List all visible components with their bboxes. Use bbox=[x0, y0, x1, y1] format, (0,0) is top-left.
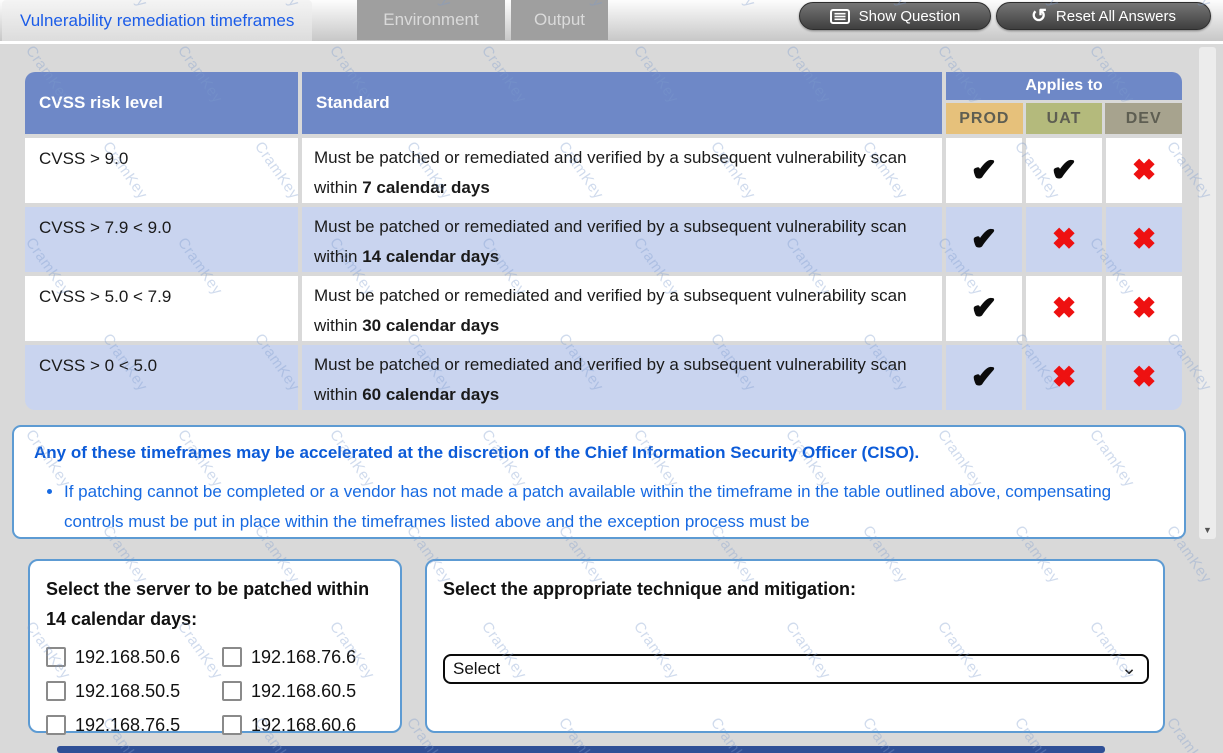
table-header-row: CVSS risk level Standard Applies to PROD… bbox=[25, 72, 1182, 134]
uat-answer-cell[interactable]: ✖ bbox=[1026, 345, 1102, 410]
show-question-button[interactable]: Show Question bbox=[799, 2, 991, 30]
server-ip-label: 192.168.60.5 bbox=[251, 681, 356, 702]
horizontal-scrollbar-thumb[interactable] bbox=[57, 746, 1105, 753]
technique-select[interactable]: Select ⌄ bbox=[443, 654, 1149, 684]
reset-icon: ↺ bbox=[1031, 7, 1047, 26]
top-bar: Vulnerability remediation timeframes Env… bbox=[0, 0, 1223, 44]
vertical-scrollbar[interactable]: ▼ bbox=[1199, 47, 1216, 539]
prod-answer-cell[interactable]: ✔ bbox=[946, 276, 1022, 341]
prod-answer-cell[interactable]: ✔ bbox=[946, 207, 1022, 272]
tab-environment[interactable]: Environment bbox=[357, 0, 505, 40]
list-icon bbox=[830, 9, 850, 24]
column-header-applies-to: Applies to bbox=[946, 72, 1182, 100]
server-checkbox-item[interactable]: 192.168.50.5 bbox=[46, 674, 222, 708]
server-checkbox-item[interactable]: 192.168.60.6 bbox=[222, 708, 398, 742]
risk-cell: CVSS > 5.0 < 7.9 bbox=[25, 276, 298, 341]
checkbox[interactable] bbox=[222, 647, 242, 667]
standard-cell: Must be patched or remediated and verifi… bbox=[302, 138, 942, 203]
server-ip-label: 192.168.60.6 bbox=[251, 715, 356, 736]
column-header-prod: PROD bbox=[946, 103, 1023, 134]
server-checkbox-grid: 192.168.50.6 192.168.76.6 192.168.50.5 1… bbox=[46, 640, 386, 742]
checkbox[interactable] bbox=[222, 715, 242, 735]
server-ip-label: 192.168.50.5 bbox=[75, 681, 180, 702]
dev-answer-cell[interactable]: ✖ bbox=[1106, 207, 1182, 272]
uat-answer-cell[interactable]: ✖ bbox=[1026, 207, 1102, 272]
risk-cell: CVSS > 0 < 5.0 bbox=[25, 345, 298, 410]
scroll-down-arrow-icon[interactable]: ▼ bbox=[1199, 525, 1216, 535]
server-checkbox-item[interactable]: 192.168.76.6 bbox=[222, 640, 398, 674]
server-checkbox-item[interactable]: 192.168.60.5 bbox=[222, 674, 398, 708]
prod-answer-cell[interactable]: ✔ bbox=[946, 138, 1022, 203]
standard-cell: Must be patched or remediated and verifi… bbox=[302, 276, 942, 341]
risk-cell: CVSS > 7.9 < 9.0 bbox=[25, 207, 298, 272]
server-selection-panel: Select the server to be patched within 1… bbox=[28, 559, 402, 733]
reset-label: Reset All Answers bbox=[1056, 8, 1176, 25]
quiz-page: Vulnerability remediation timeframes Env… bbox=[0, 0, 1223, 753]
note-heading: Any of these timeframes may be accelerat… bbox=[34, 440, 1158, 466]
column-header-standard: Standard bbox=[302, 72, 942, 134]
table-row: CVSS > 7.9 < 9.0 Must be patched or reme… bbox=[25, 207, 1182, 272]
tab-vulnerability-remediation-timeframes[interactable]: Vulnerability remediation timeframes bbox=[2, 0, 312, 41]
uat-answer-cell[interactable]: ✖ bbox=[1026, 276, 1102, 341]
technique-panel-title: Select the appropriate technique and mit… bbox=[443, 574, 1147, 604]
uat-answer-cell[interactable]: ✔ bbox=[1026, 138, 1102, 203]
server-ip-label: 192.168.76.5 bbox=[75, 715, 180, 736]
server-ip-label: 192.168.76.6 bbox=[251, 647, 356, 668]
tab-output[interactable]: Output bbox=[511, 0, 608, 40]
checkbox[interactable] bbox=[46, 647, 66, 667]
server-checkbox-item[interactable]: 192.168.76.5 bbox=[46, 708, 222, 742]
table-row: CVSS > 9.0 Must be patched or remediated… bbox=[25, 138, 1182, 203]
chevron-down-icon: ⌄ bbox=[1121, 664, 1137, 674]
show-question-label: Show Question bbox=[859, 8, 961, 25]
technique-panel: Select the appropriate technique and mit… bbox=[425, 559, 1165, 733]
remediation-table: CVSS risk level Standard Applies to PROD… bbox=[25, 72, 1182, 414]
dev-answer-cell[interactable]: ✖ bbox=[1106, 276, 1182, 341]
applies-to-group: Applies to PROD UAT DEV bbox=[946, 72, 1182, 134]
server-checkbox-item[interactable]: 192.168.50.6 bbox=[46, 640, 222, 674]
note-bullet: If patching cannot be completed or a ven… bbox=[64, 477, 1158, 537]
standard-cell: Must be patched or remediated and verifi… bbox=[302, 207, 942, 272]
ciso-note-box: Any of these timeframes may be accelerat… bbox=[12, 425, 1186, 539]
server-ip-label: 192.168.50.6 bbox=[75, 647, 180, 668]
checkbox[interactable] bbox=[46, 681, 66, 701]
table-row: CVSS > 5.0 < 7.9 Must be patched or reme… bbox=[25, 276, 1182, 341]
dev-answer-cell[interactable]: ✖ bbox=[1106, 138, 1182, 203]
table-row: CVSS > 0 < 5.0 Must be patched or remedi… bbox=[25, 345, 1182, 410]
risk-cell: CVSS > 9.0 bbox=[25, 138, 298, 203]
server-panel-title: Select the server to be patched within 1… bbox=[46, 574, 386, 634]
prod-answer-cell[interactable]: ✔ bbox=[946, 345, 1022, 410]
standard-cell: Must be patched or remediated and verifi… bbox=[302, 345, 942, 410]
checkbox[interactable] bbox=[222, 681, 242, 701]
dev-answer-cell[interactable]: ✖ bbox=[1106, 345, 1182, 410]
reset-all-answers-button[interactable]: ↺ Reset All Answers bbox=[996, 2, 1211, 30]
column-header-uat: UAT bbox=[1026, 103, 1103, 134]
column-header-risk: CVSS risk level bbox=[25, 72, 298, 134]
column-header-dev: DEV bbox=[1105, 103, 1182, 134]
technique-select-value: Select bbox=[453, 659, 500, 679]
checkbox[interactable] bbox=[46, 715, 66, 735]
